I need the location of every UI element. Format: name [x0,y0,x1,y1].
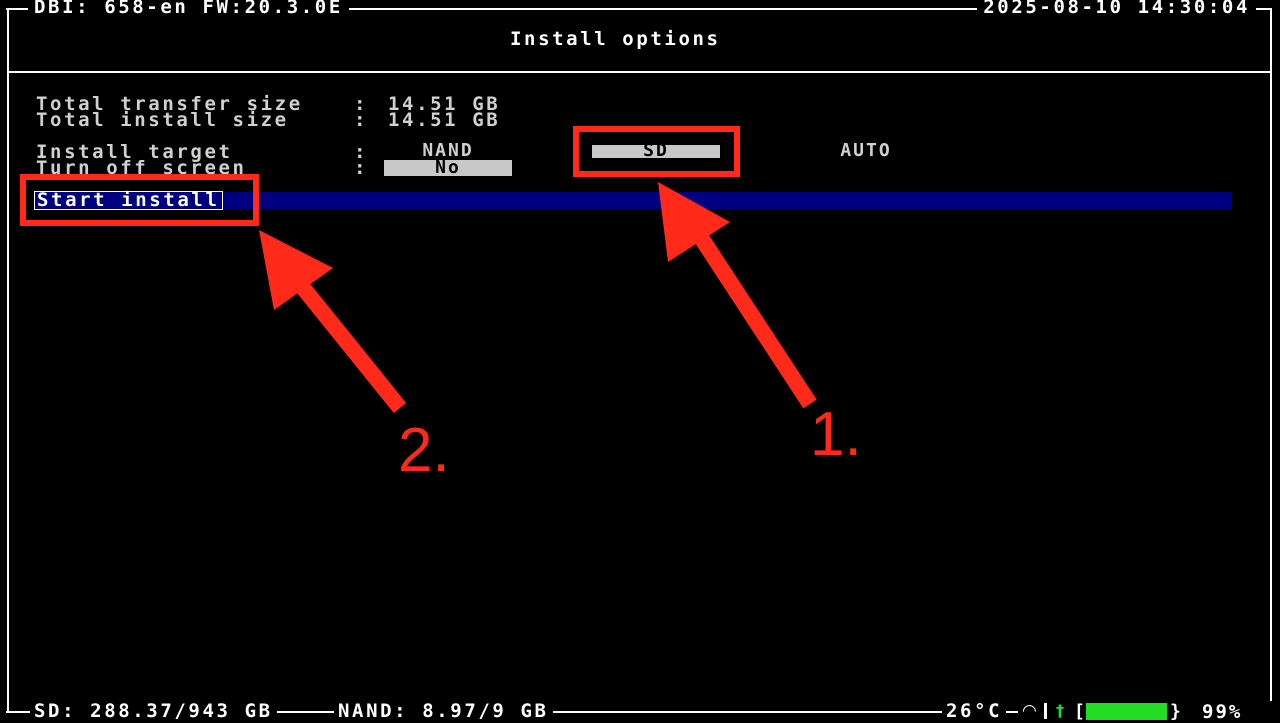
temperature: 26°C [942,702,1007,721]
annotation-label-step-1: 1. [810,400,862,469]
header-divider [7,71,1272,73]
annotation-label-step-2: 2. [398,416,450,485]
nand-storage: NAND: 8.97/9 GB [334,702,553,721]
install-target-auto[interactable]: AUTO [800,142,932,160]
arrow-step-1 [658,182,817,409]
annotation-box-start-install [20,174,259,226]
install-size-value: 14.51 GB [388,109,501,131]
separator: : [354,109,369,131]
wifi-icon: ◠ [1022,701,1037,721]
datetime: 2025-08-10 14:30:04 [977,0,1256,17]
battery-level-fill [1086,703,1167,720]
app-version: DBI: 658-en FW:20.3.0E [28,0,349,17]
charging-icon: † [1056,701,1064,720]
battery-end-icon: } [1170,701,1181,722]
page-title: Install options [510,28,721,50]
screen-off-value[interactable]: No [384,159,512,177]
arrow-step-2 [259,230,407,414]
signal-bar-icon [1044,703,1047,719]
frame-left-line [7,8,9,712]
battery-icon: [ [1074,701,1085,722]
annotation-box-sd [573,126,740,177]
footer-status-icons: ◠ † [ } 99% [1018,701,1278,723]
sd-storage: SD: 288.37/943 GB [30,702,277,721]
separator: : [354,157,369,179]
install-size-label: Total install size [36,109,289,131]
frame-right-line [1270,8,1272,712]
